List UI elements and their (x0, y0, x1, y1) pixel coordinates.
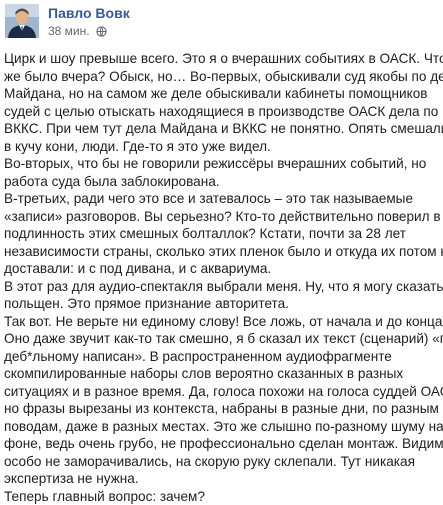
post-text-line: деб*льному написан». В распространенном … (4, 348, 436, 366)
post-text-line: фоне, ведь очень грубо, не профессиональ… (4, 435, 436, 453)
post-text-line: Майдана, но на самом же деле обыскивали … (4, 85, 436, 103)
post-text-line: особо не заморачивались, на скорую руку … (4, 453, 436, 471)
post-text-line: но фразы вырезаны из контекста, набраны … (4, 400, 436, 418)
post-text: Цирк и шоу превыше всего. Это я о вчераш… (4, 50, 436, 505)
post-text-line: «записи» разговоров. Вы серьезно? Кто-то… (4, 208, 436, 226)
post-header: Павло Вовк 38 мин. (0, 0, 443, 44)
post-text-line: В-третьих, ради чего это все и затевалос… (4, 190, 436, 208)
post-text-line: скомпилированные наборы слов вероятно ск… (4, 365, 436, 383)
avatar-photo-icon (5, 4, 39, 38)
post-text-line: судей с целью отыскать находящиеся в про… (4, 103, 436, 121)
post-text-line: ВККС. При чем тут дела Майдана и ВККС не… (4, 120, 436, 138)
post-text-line: Теперь главный вопрос: зачем? (4, 488, 436, 505)
post-text-line: же было вчера? Обыск, но… Во-первых, обы… (4, 68, 436, 86)
post-text-line: ситуациях и в разное время. Да, голоса п… (4, 383, 436, 401)
post-text-line: Цирк и шоу превыше всего. Это я о вчераш… (4, 50, 436, 68)
post-text-line: Оно даже звучит как-то так смешно, я б с… (4, 330, 436, 348)
post-text-line: в кучу кони, люди. Где-то я это уже виде… (4, 138, 436, 156)
post-text-line: доставали: и с под дивана, и с аквариума… (4, 260, 436, 278)
post-text-line: экспертиза не нужна. (4, 470, 436, 488)
post-timestamp[interactable]: 38 мин. (48, 24, 90, 38)
post-text-line: подлинность этих смешных болталлок? Кста… (4, 225, 436, 243)
globe-icon (96, 26, 107, 40)
author-avatar[interactable] (5, 4, 39, 38)
post-text-line: работа суда была заблокирована. (4, 173, 436, 191)
post-text-line: Так вот. Не верьте ни единому слову! Все… (4, 313, 436, 331)
post-text-line: В этот раз для аудио-спектакля выбрали м… (4, 278, 436, 296)
author-name-link[interactable]: Павло Вовк (48, 5, 130, 21)
post-text-line: Во-вторых, что бы не говорили режиссёры … (4, 155, 436, 173)
post-meta: 38 мин. (48, 24, 107, 40)
post-text-line: независимости страны, сколько этих плено… (4, 243, 436, 261)
facebook-post: Павло Вовк 38 мин. Цирк и шоу превыше вс… (0, 0, 443, 496)
post-text-line: поводам, даже в разных местах. Это же сл… (4, 418, 436, 436)
post-text-line: польщен. Это прямое признание авторитета… (4, 295, 436, 313)
